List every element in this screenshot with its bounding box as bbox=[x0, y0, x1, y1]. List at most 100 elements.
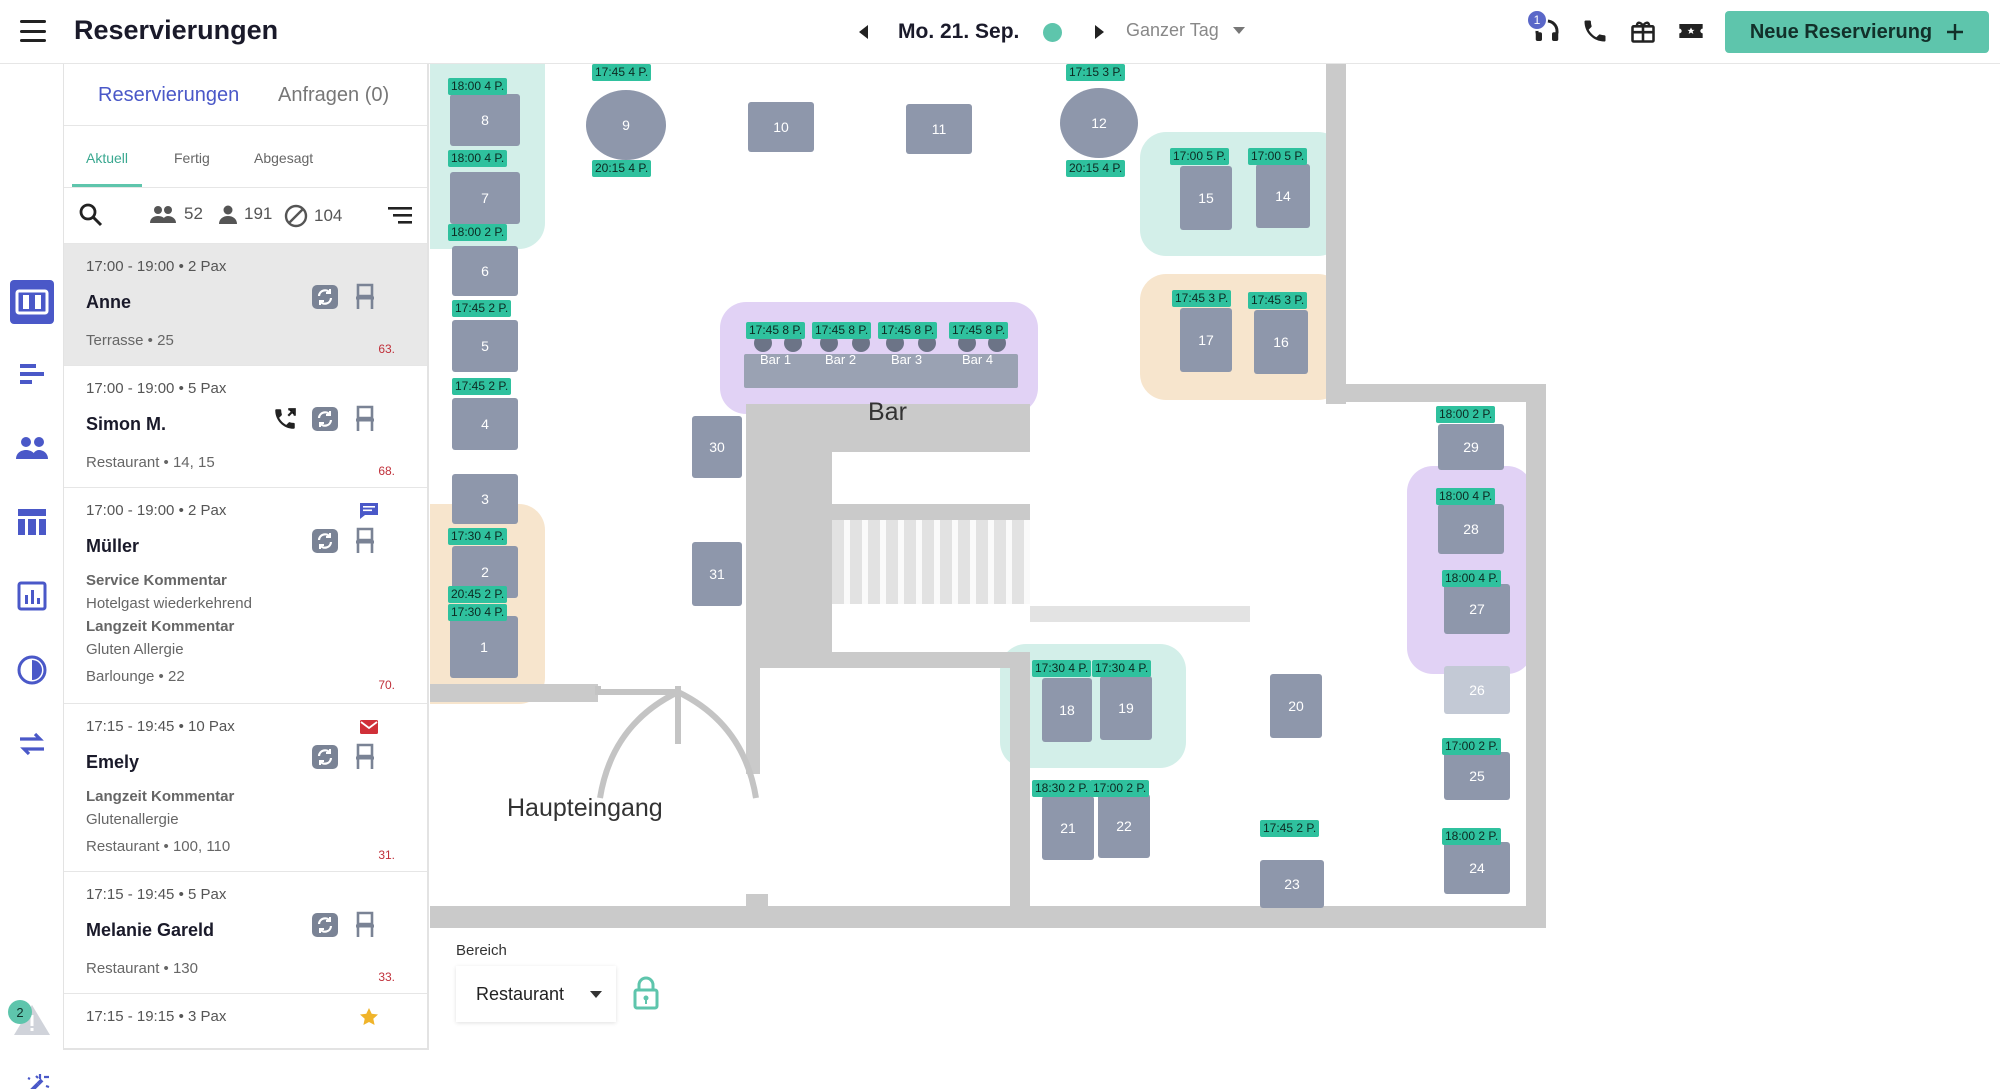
bar-seat-label[interactable]: Bar 2 bbox=[825, 352, 856, 367]
reservation-card[interactable]: 17:15 - 19:15 • 3 Pax bbox=[64, 994, 427, 1048]
table-11[interactable]: 11 bbox=[906, 104, 972, 154]
booking-label[interactable]: 18:00 4 P. bbox=[448, 150, 508, 167]
table-27[interactable]: 27 bbox=[1444, 584, 1510, 634]
booking-label[interactable]: 17:45 2 P. bbox=[452, 300, 512, 317]
table-26[interactable]: 26 bbox=[1444, 666, 1510, 714]
call-button[interactable] bbox=[270, 404, 300, 434]
seat-button[interactable] bbox=[350, 282, 380, 312]
booking-label[interactable]: 17:45 2 P. bbox=[452, 378, 512, 395]
table-18[interactable]: 18 bbox=[1042, 678, 1092, 742]
table-29[interactable]: 29 bbox=[1438, 424, 1504, 470]
table-19[interactable]: 19 bbox=[1100, 676, 1152, 740]
area-select[interactable]: Restaurant bbox=[456, 966, 616, 1022]
booking-label[interactable]: 17:45 2 P. bbox=[1260, 820, 1320, 837]
subtab-done[interactable]: Fertig bbox=[174, 150, 210, 166]
table-30[interactable]: 30 bbox=[692, 416, 742, 478]
table-7[interactable]: 7 bbox=[450, 172, 520, 224]
message-button[interactable] bbox=[354, 496, 384, 526]
nav-timeline[interactable] bbox=[10, 352, 54, 396]
booking-label[interactable]: 18:00 2 P. bbox=[448, 224, 508, 241]
nav-sync[interactable] bbox=[10, 722, 54, 766]
bar-seat-label[interactable]: Bar 1 bbox=[760, 352, 791, 367]
booking-label[interactable]: 17:45 3 P. bbox=[1248, 292, 1308, 309]
new-reservation-button[interactable]: Neue Reservierung bbox=[1725, 11, 1989, 53]
booking-label[interactable]: 20:45 2 P. bbox=[448, 586, 508, 603]
sort-button[interactable] bbox=[388, 206, 414, 228]
table-16[interactable]: 16 bbox=[1254, 310, 1308, 374]
booking-label[interactable]: 17:15 3 P. bbox=[1066, 64, 1126, 81]
booking-label[interactable]: 17:30 4 P. bbox=[448, 604, 508, 621]
gift-button[interactable] bbox=[1626, 14, 1660, 48]
previous-day-button[interactable] bbox=[850, 18, 876, 46]
seat-button[interactable] bbox=[350, 526, 380, 556]
booking-label[interactable]: 17:45 8 P. bbox=[746, 322, 806, 339]
booking-label[interactable]: 17:30 4 P. bbox=[1092, 660, 1152, 677]
booking-label[interactable]: 17:45 8 P. bbox=[812, 322, 872, 339]
change-table-button[interactable] bbox=[310, 526, 340, 556]
booking-label[interactable]: 18:00 2 P. bbox=[1442, 828, 1502, 845]
booking-label[interactable]: 17:30 4 P. bbox=[448, 528, 508, 545]
change-table-button[interactable] bbox=[310, 742, 340, 772]
nav-guests[interactable] bbox=[10, 426, 54, 470]
booking-label[interactable]: 18:00 2 P. bbox=[1436, 406, 1496, 423]
nav-tables[interactable] bbox=[10, 500, 54, 544]
table-21[interactable]: 21 bbox=[1042, 796, 1094, 860]
menu-icon[interactable] bbox=[20, 20, 46, 42]
voucher-button[interactable] bbox=[1674, 14, 1708, 48]
phone-button[interactable] bbox=[1578, 14, 1612, 48]
booking-label[interactable]: 17:00 5 P. bbox=[1170, 148, 1230, 165]
subtab-cancelled[interactable]: Abgesagt bbox=[254, 150, 313, 166]
table-9[interactable]: 9 bbox=[586, 90, 666, 160]
booking-label[interactable]: 20:15 4 P. bbox=[1066, 160, 1126, 177]
reservation-card[interactable]: 17:15 - 19:45 • 10 Pax Emely Langzeit Ko… bbox=[64, 704, 427, 872]
reservation-card[interactable]: 17:00 - 19:00 • 2 Pax Müller Service Kom… bbox=[64, 488, 427, 704]
change-table-button[interactable] bbox=[310, 404, 340, 434]
booking-label[interactable]: 17:45 8 P. bbox=[878, 322, 938, 339]
booking-label[interactable]: 17:45 3 P. bbox=[1172, 290, 1232, 307]
seat-button[interactable] bbox=[350, 742, 380, 772]
next-day-button[interactable] bbox=[1086, 18, 1112, 46]
table-8[interactable]: 8 bbox=[450, 94, 520, 146]
table-17[interactable]: 17 bbox=[1180, 308, 1232, 372]
booking-label[interactable]: 18:30 2 P. bbox=[1032, 780, 1092, 797]
seat-button[interactable] bbox=[350, 910, 380, 940]
bar-seat-label[interactable]: Bar 4 bbox=[962, 352, 993, 367]
table-23[interactable]: 23 bbox=[1260, 860, 1324, 908]
tab-requests[interactable]: Anfragen (0) bbox=[278, 84, 389, 107]
booking-label[interactable]: 17:45 4 P. bbox=[592, 64, 652, 81]
table-12[interactable]: 12 bbox=[1060, 88, 1138, 158]
table-20[interactable]: 20 bbox=[1270, 674, 1322, 738]
reservation-card[interactable]: 17:15 - 19:45 • 5 Pax Melanie Gareld Res… bbox=[64, 872, 427, 994]
vip-button[interactable] bbox=[354, 1002, 384, 1032]
table-31[interactable]: 31 bbox=[692, 542, 742, 606]
change-table-button[interactable] bbox=[310, 910, 340, 940]
change-table-button[interactable] bbox=[310, 282, 340, 312]
nav-statistics[interactable] bbox=[10, 574, 54, 618]
table-5[interactable]: 5 bbox=[452, 320, 518, 372]
table-10[interactable]: 10 bbox=[748, 102, 814, 152]
email-button[interactable] bbox=[354, 712, 384, 742]
table-14[interactable]: 14 bbox=[1256, 164, 1310, 228]
seat-button[interactable] bbox=[350, 404, 380, 434]
bar-seat-label[interactable]: Bar 3 bbox=[891, 352, 922, 367]
table-3[interactable]: 3 bbox=[452, 474, 518, 524]
subtab-current[interactable]: Aktuell bbox=[86, 150, 128, 166]
table-1[interactable]: 1 bbox=[450, 616, 518, 678]
booking-label[interactable]: 17:00 5 P. bbox=[1248, 148, 1308, 165]
table-4[interactable]: 4 bbox=[452, 398, 518, 450]
booking-label[interactable]: 20:15 4 P. bbox=[592, 160, 652, 177]
date-label[interactable]: Mo. 21. Sep. bbox=[898, 20, 1019, 44]
table-22[interactable]: 22 bbox=[1098, 794, 1150, 858]
booking-label[interactable]: 17:30 4 P. bbox=[1032, 660, 1092, 677]
time-range-select[interactable]: Ganzer Tag bbox=[1126, 20, 1245, 41]
nav-magic[interactable] bbox=[10, 1068, 54, 1089]
nav-floorplan[interactable] bbox=[10, 280, 54, 324]
headset-button[interactable]: 1 bbox=[1526, 9, 1564, 48]
booking-label[interactable]: 18:00 4 P. bbox=[1442, 570, 1502, 587]
search-button[interactable] bbox=[78, 202, 106, 230]
booking-label[interactable]: 18:00 4 P. bbox=[448, 78, 508, 95]
booking-label[interactable]: 18:00 4 P. bbox=[1436, 488, 1496, 505]
table-6[interactable]: 6 bbox=[452, 246, 518, 296]
table-15[interactable]: 15 bbox=[1180, 166, 1232, 230]
booking-label[interactable]: 17:00 2 P. bbox=[1090, 780, 1150, 797]
